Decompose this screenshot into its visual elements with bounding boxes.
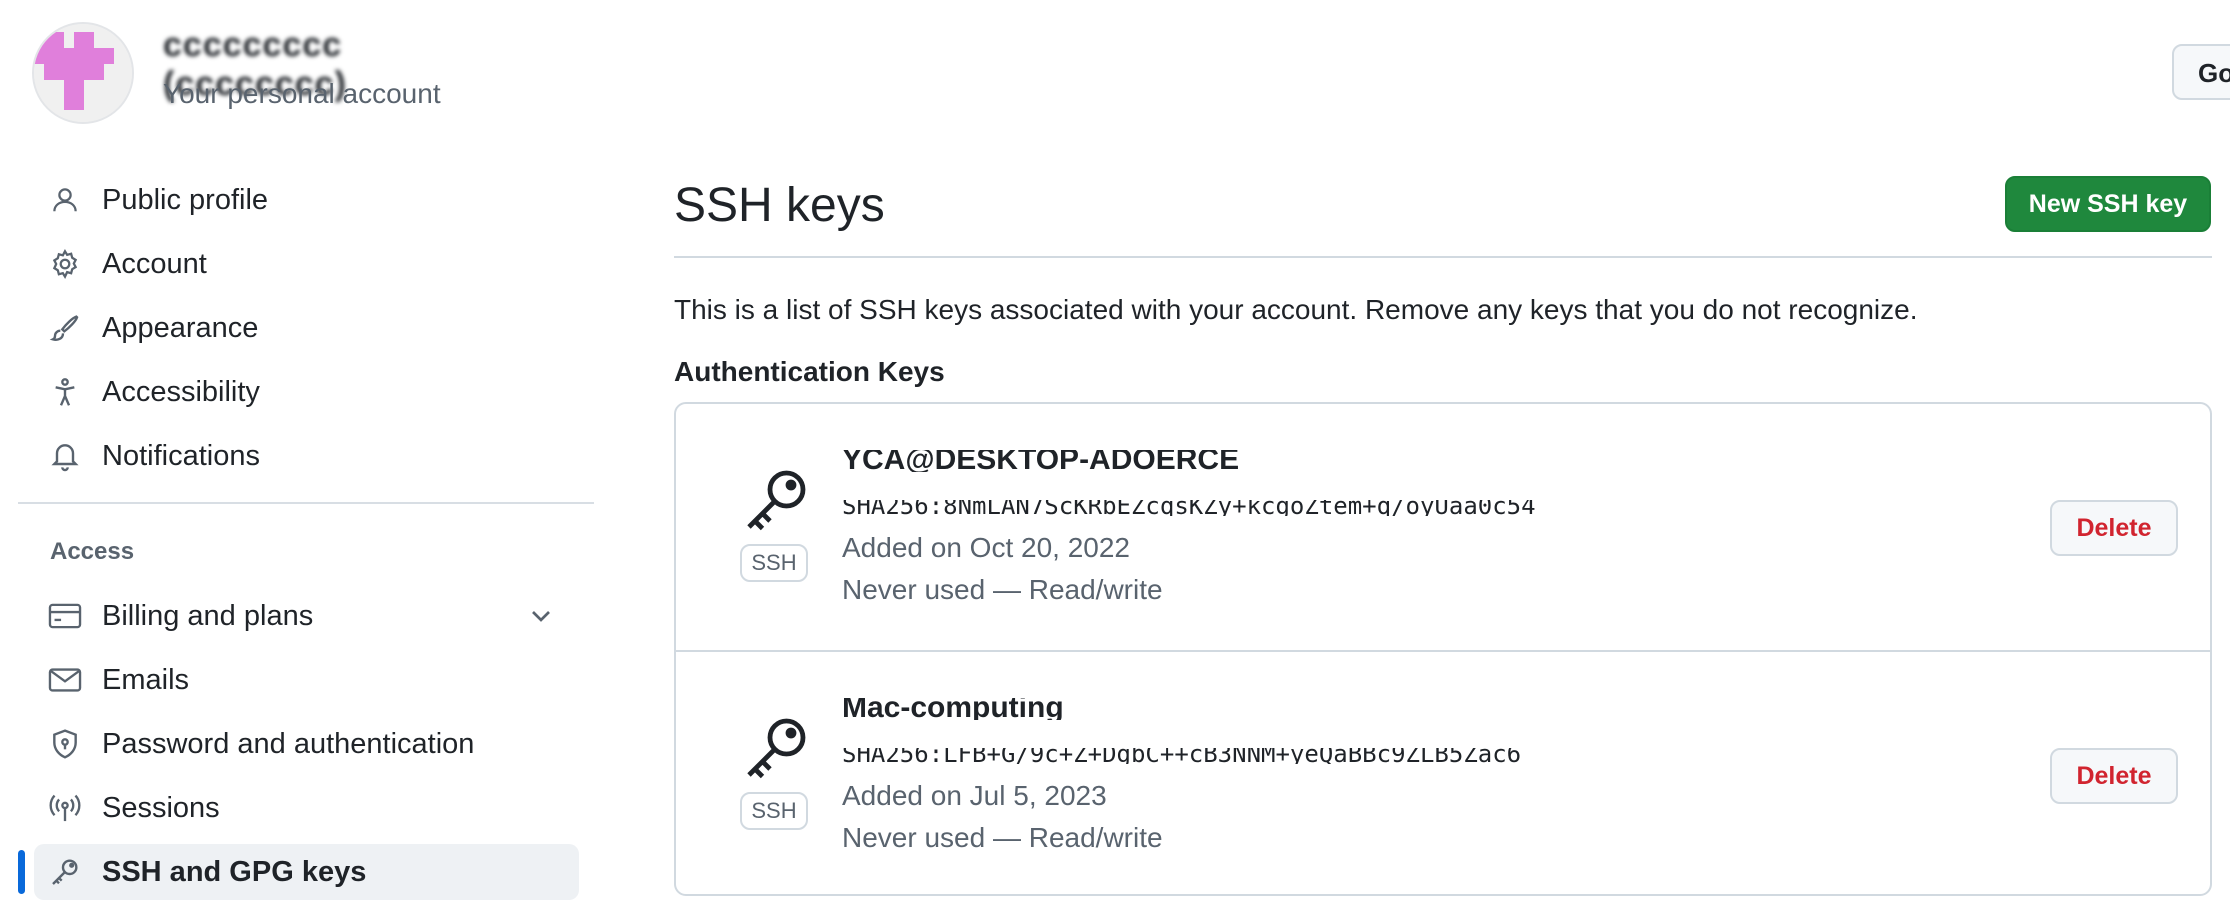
avatar[interactable] bbox=[32, 22, 134, 124]
sidebar-item-billing[interactable]: Billing and plans bbox=[34, 588, 579, 644]
intro-text: This is a list of SSH keys associated wi… bbox=[674, 294, 1918, 325]
key-title: YCA@DESKTOP-ADOERCE bbox=[842, 450, 1240, 472]
key-usage: Never used — Read/write bbox=[842, 822, 1163, 853]
sidebar-item-sessions[interactable]: Sessions bbox=[34, 780, 579, 836]
credit-card-icon bbox=[48, 599, 82, 633]
paintbrush-icon bbox=[48, 311, 82, 345]
gear-icon bbox=[48, 247, 82, 281]
page-title: SSH keys bbox=[674, 179, 885, 232]
key-fingerprint: SHA256:8NmLAN7ScKRbEZcqsKZy+kcgoZtem+q/o… bbox=[842, 500, 1536, 516]
shield-lock-icon bbox=[48, 727, 82, 761]
sidebar-item-label: SSH and GPG keys bbox=[102, 855, 367, 888]
sidebar-item-emails[interactable]: Emails bbox=[34, 652, 579, 708]
sidebar-item-label: Notifications bbox=[102, 439, 260, 472]
ssh-badge: SSH bbox=[740, 544, 808, 582]
key-fingerprint: SHA256:LFB+G/9c+Z+DgbC++cB3NNM+yeQaBBc9Z… bbox=[842, 748, 1522, 764]
key-title: Mac-computing bbox=[842, 698, 1064, 720]
list-item: SSH YCA@DESKTOP-ADOERCE SHA256:8NmLAN7Sc… bbox=[676, 404, 2210, 650]
key-added-date: Added on Oct 20, 2022 bbox=[842, 532, 1130, 563]
delete-button[interactable]: Delete bbox=[2050, 500, 2178, 556]
sidebar-item-label: Sessions bbox=[102, 791, 220, 824]
ssh-keys-list: SSH YCA@DESKTOP-ADOERCE SHA256:8NmLAN7Sc… bbox=[674, 402, 2212, 896]
account-name[interactable]: ccccccccc (cccccccc) bbox=[163, 26, 513, 103]
sidebar-item-label: Password and authentication bbox=[102, 727, 475, 760]
ssh-badge: SSH bbox=[740, 792, 808, 830]
key-icon bbox=[740, 464, 812, 536]
sidebar-item-label: Account bbox=[102, 247, 207, 280]
key-icon bbox=[740, 712, 812, 784]
sidebar-item-ssh-gpg-keys[interactable]: SSH and GPG keys bbox=[34, 844, 579, 900]
sidebar-item-notifications[interactable]: Notifications bbox=[34, 428, 579, 484]
mail-icon bbox=[48, 663, 82, 697]
accessibility-icon bbox=[48, 375, 82, 409]
section-heading: Authentication Keys bbox=[674, 356, 945, 387]
new-ssh-key-button[interactable]: New SSH key bbox=[2005, 176, 2211, 232]
broadcast-icon bbox=[48, 791, 82, 825]
sidebar-item-account[interactable]: Account bbox=[34, 236, 579, 292]
title-divider bbox=[674, 256, 2212, 258]
sidebar-item-label: Appearance bbox=[102, 311, 259, 344]
go-to-profile-button[interactable]: Go bbox=[2172, 44, 2230, 100]
sidebar-item-label: Emails bbox=[102, 663, 190, 696]
key-usage: Never used — Read/write bbox=[842, 574, 1163, 605]
chevron-down-icon[interactable] bbox=[525, 600, 557, 632]
person-icon bbox=[48, 183, 82, 217]
account-subtitle: Your personal account bbox=[163, 78, 441, 109]
list-item: SSH Mac-computing SHA256:LFB+G/9c+Z+DgbC… bbox=[676, 650, 2210, 894]
sidebar-divider bbox=[18, 502, 594, 504]
active-indicator bbox=[18, 850, 25, 894]
bell-icon bbox=[48, 439, 82, 473]
sidebar-heading-access: Access bbox=[50, 538, 135, 565]
key-added-date: Added on Jul 5, 2023 bbox=[842, 780, 1107, 811]
key-icon bbox=[48, 855, 82, 889]
sidebar-item-public-profile[interactable]: Public profile bbox=[34, 172, 579, 228]
delete-button[interactable]: Delete bbox=[2050, 748, 2178, 804]
sidebar-item-label: Accessibility bbox=[102, 375, 260, 408]
identicon-image bbox=[34, 24, 132, 122]
sidebar-item-password[interactable]: Password and authentication bbox=[34, 716, 579, 772]
sidebar-item-label: Public profile bbox=[102, 183, 269, 216]
sidebar-item-accessibility[interactable]: Accessibility bbox=[34, 364, 579, 420]
sidebar-item-appearance[interactable]: Appearance bbox=[34, 300, 579, 356]
sidebar-item-label: Billing and plans bbox=[102, 599, 314, 632]
